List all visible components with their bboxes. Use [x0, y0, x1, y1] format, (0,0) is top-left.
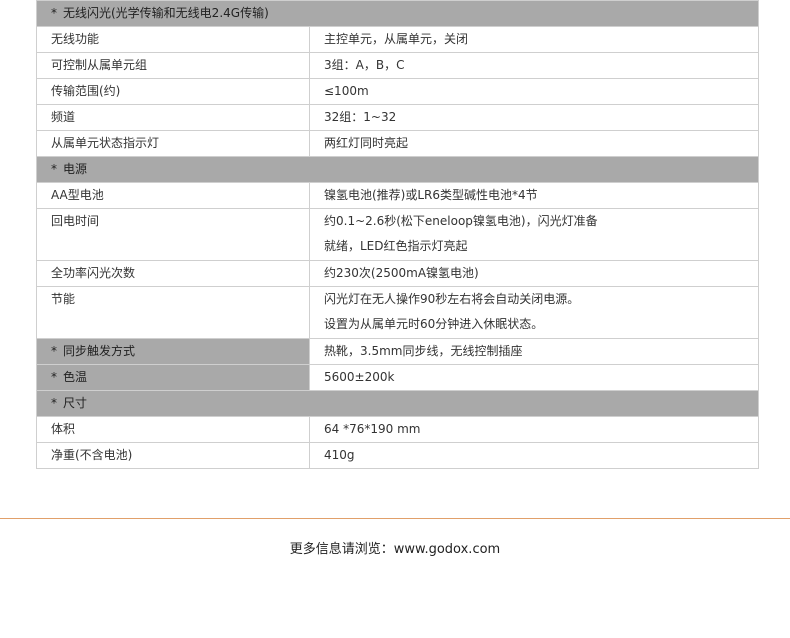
section-header: * 尺寸 [36, 390, 759, 417]
row-label: 频道 [36, 104, 310, 131]
row-label: 净重(不含电池) [36, 442, 310, 469]
section-power: * 电源 [36, 156, 759, 183]
footer-info: 更多信息请浏览：www.godox.com [289, 542, 501, 557]
spec-table: * 无线闪光(光学传输和无线电2.4G传输) 无线功能 主控单元，从属单元，关闭 … [36, 0, 759, 469]
row-label: 无线功能 [36, 26, 310, 53]
row-value: 热靴，3.5mm同步线，无线控制插座 [309, 338, 759, 365]
section-title: 同步触发方式 [63, 344, 136, 358]
table-row: 净重(不含电池) 410g [36, 442, 759, 469]
section-marker: * [51, 6, 57, 20]
table-row: 全功率闪光次数 约230次(2500mA镍氢电池) [36, 260, 759, 287]
section-header: * 无线闪光(光学传输和无线电2.4G传输) [36, 0, 759, 27]
section-sync-mode: * 同步触发方式 热靴，3.5mm同步线，无线控制插座 [36, 338, 759, 365]
row-value: 镍氢电池(推荐)或LR6类型碱性电池*4节 [309, 182, 759, 209]
footer-divider [0, 518, 790, 519]
section-header: * 色温 [36, 364, 310, 391]
section-color-temp: * 色温 5600±200k [36, 364, 759, 391]
row-value: 3组：A，B，C [309, 52, 759, 79]
table-row: 传输范围(约) ≤100m [36, 78, 759, 105]
section-dimensions: * 尺寸 [36, 390, 759, 417]
table-row: 节能 闪光灯在无人操作90秒左右将会自动关闭电源。 设置为从属单元时60分钟进入… [36, 286, 759, 339]
row-value: ≤100m [309, 78, 759, 105]
row-value: 约0.1~2.6秒(松下eneloop镍氢电池)，闪光灯准备 就绪，LED红色指… [309, 208, 759, 261]
row-label: 体积 [36, 416, 310, 443]
section-title: 色温 [63, 370, 88, 384]
row-label: 可控制从属单元组 [36, 52, 310, 79]
section-marker: * [51, 370, 57, 384]
table-row: 从属单元状态指示灯 两红灯同时亮起 [36, 130, 759, 157]
table-row: 频道 32组：1~32 [36, 104, 759, 131]
row-value: 64 *76*190 mm [309, 416, 759, 443]
row-value: 两红灯同时亮起 [309, 130, 759, 157]
row-label: 回电时间 [36, 208, 310, 261]
section-header: * 同步触发方式 [36, 338, 310, 365]
table-row: AA型电池 镍氢电池(推荐)或LR6类型碱性电池*4节 [36, 182, 759, 209]
row-label: 全功率闪光次数 [36, 260, 310, 287]
table-row: 可控制从属单元组 3组：A，B，C [36, 52, 759, 79]
section-title: 无线闪光(光学传输和无线电2.4G传输) [63, 6, 269, 20]
row-value: 410g [309, 442, 759, 469]
row-value-line: 闪光灯在无人操作90秒左右将会自动关闭电源。 [324, 292, 580, 306]
row-label: 从属单元状态指示灯 [36, 130, 310, 157]
row-label: 节能 [36, 286, 310, 339]
section-title: 电源 [63, 162, 88, 176]
section-marker: * [51, 396, 57, 410]
row-value-line: 就绪，LED红色指示灯亮起 [324, 239, 468, 253]
table-row: 体积 64 *76*190 mm [36, 416, 759, 443]
section-marker: * [51, 344, 57, 358]
row-value: 闪光灯在无人操作90秒左右将会自动关闭电源。 设置为从属单元时60分钟进入休眠状… [309, 286, 759, 339]
table-row: 无线功能 主控单元，从属单元，关闭 [36, 26, 759, 53]
table-row: 回电时间 约0.1~2.6秒(松下eneloop镍氢电池)，闪光灯准备 就绪，L… [36, 208, 759, 261]
section-marker: * [51, 162, 57, 176]
row-value: 约230次(2500mA镍氢电池) [309, 260, 759, 287]
section-header: * 电源 [36, 156, 759, 183]
section-title: 尺寸 [63, 396, 88, 410]
row-value-line: 约0.1~2.6秒(松下eneloop镍氢电池)，闪光灯准备 [324, 214, 598, 228]
row-value: 主控单元，从属单元，关闭 [309, 26, 759, 53]
row-label: AA型电池 [36, 182, 310, 209]
row-value: 5600±200k [309, 364, 759, 391]
row-value: 32组：1~32 [309, 104, 759, 131]
section-wireless-flash: * 无线闪光(光学传输和无线电2.4G传输) [36, 0, 759, 27]
row-value-line: 设置为从属单元时60分钟进入休眠状态。 [324, 317, 544, 331]
row-label: 传输范围(约) [36, 78, 310, 105]
